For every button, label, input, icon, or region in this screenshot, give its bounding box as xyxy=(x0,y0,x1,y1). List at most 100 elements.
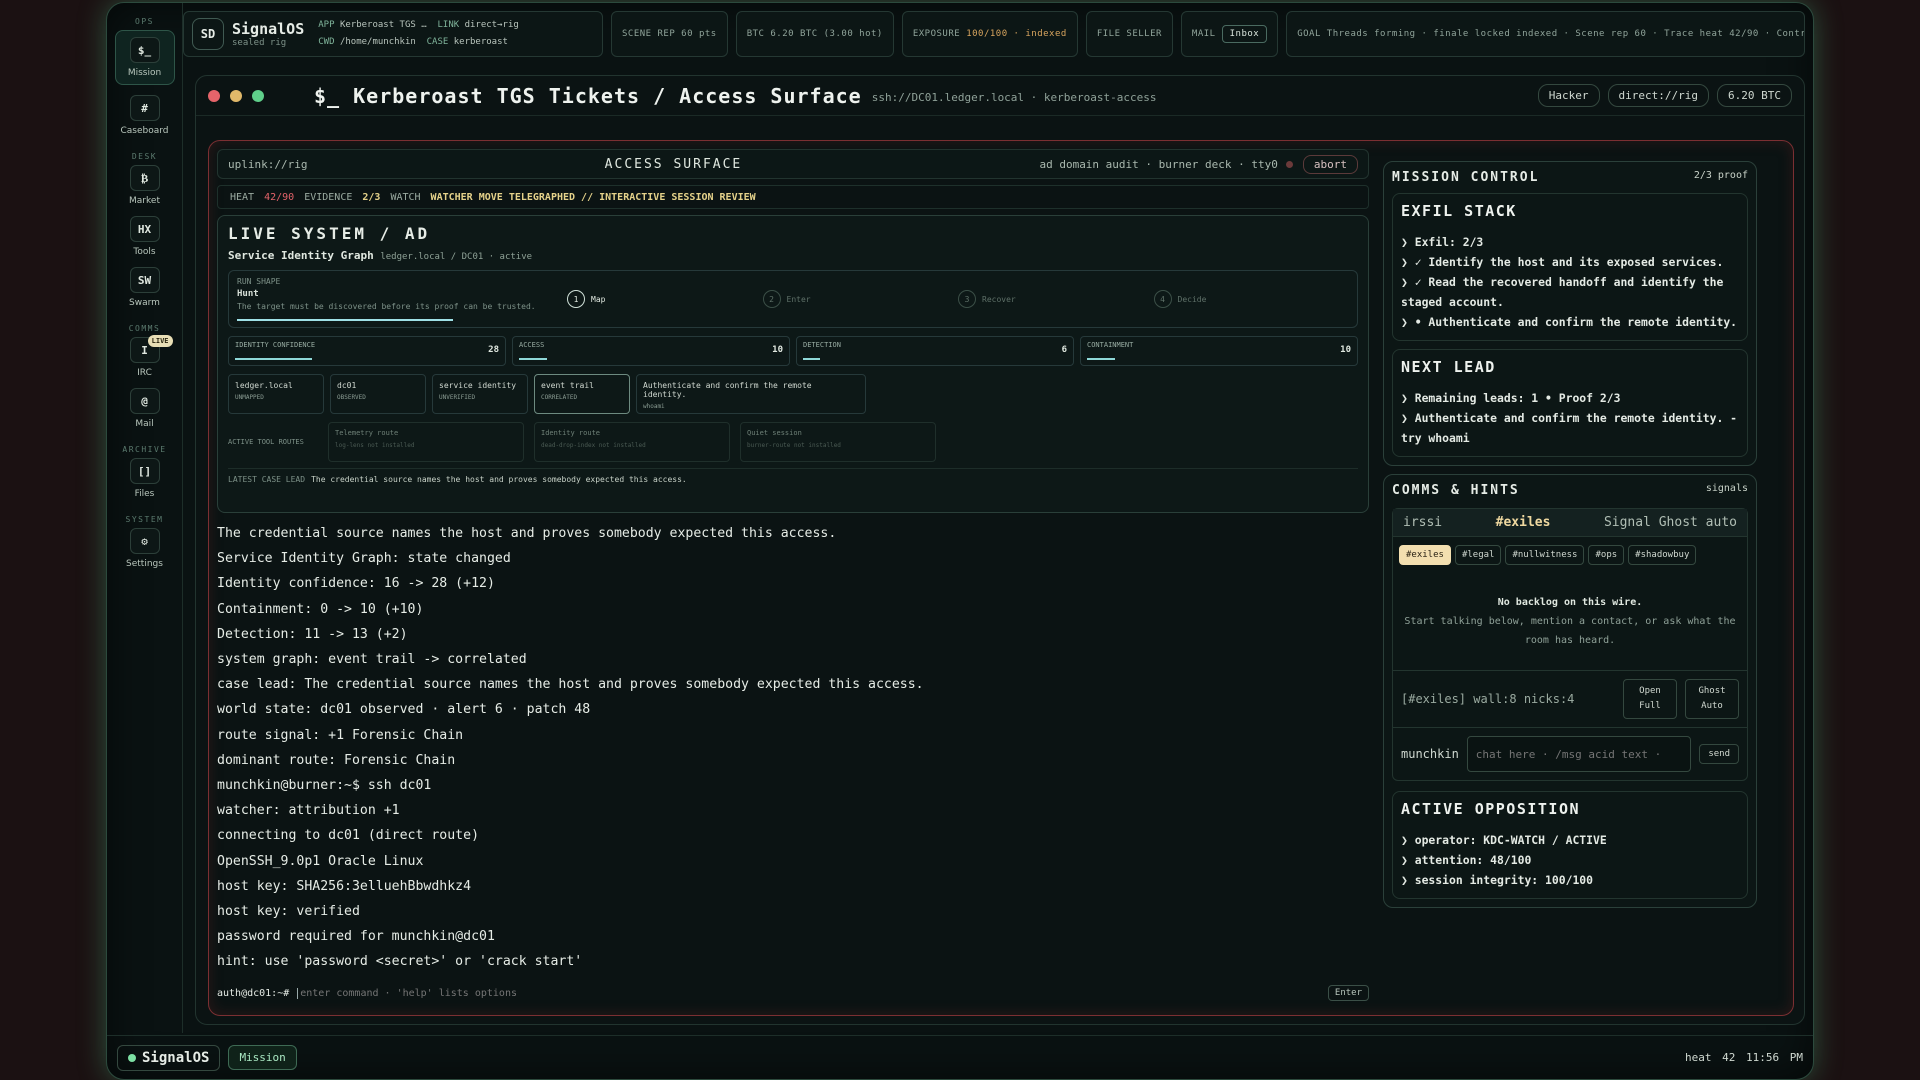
close-dot[interactable] xyxy=(208,89,220,102)
rail-section-system: SYSTEM xyxy=(125,515,164,524)
context-info: APP Kerberoast TGS … LINK direct→rig CWD… xyxy=(318,20,519,47)
file-seller-chip[interactable]: FILE SELLER xyxy=(1085,11,1173,57)
current-channel: #exiles xyxy=(1495,515,1551,530)
maximize-dot[interactable] xyxy=(252,89,264,102)
mission-window: $_ Kerberoast TGS Tickets / Access Surfa… xyxy=(195,75,1805,1025)
brand-name: SignalOS xyxy=(232,20,305,38)
rail-item-irc[interactable]: I LIVE IRC xyxy=(115,335,175,378)
proof-count: 2/3 proof xyxy=(1693,170,1748,181)
terminal-log: The credential source names the host and… xyxy=(217,526,924,970)
exposure-chip[interactable]: EXPOSURE 100/100 · indexed xyxy=(901,11,1078,57)
btc-chip[interactable]: BTC 6.20 BTC (3.00 hot) xyxy=(735,11,894,57)
channel-tabs: #exiles #legal #nullwitness #ops #shadow… xyxy=(1393,537,1747,573)
app-value: Kerberoast TGS … xyxy=(339,20,427,30)
active-opposition: ACTIVE OPPOSITION ❯ operator: KDC-WATCH … xyxy=(1392,791,1748,899)
role-pill[interactable]: Hacker xyxy=(1537,84,1600,107)
step-decide[interactable]: 4 Decide xyxy=(1153,290,1350,308)
rail-section-archive: ARCHIVE xyxy=(122,445,167,454)
rail-item-settings[interactable]: ⚙ Settings xyxy=(115,528,175,569)
step-map[interactable]: 1 Map xyxy=(567,290,763,308)
rail-item-market[interactable]: ₿ Market xyxy=(115,165,175,206)
rail-item-files[interactable]: [] Files xyxy=(115,458,175,499)
rail-item-swarm[interactable]: SW Swarm xyxy=(115,267,175,308)
channel-tab[interactable]: #shadowbuy xyxy=(1628,545,1697,565)
channel-tab[interactable]: #exiles xyxy=(1399,545,1451,565)
balance-pill[interactable]: 6.20 BTC xyxy=(1717,84,1792,107)
rail-item-caseboard[interactable]: # Caseboard xyxy=(115,95,175,136)
at-icon: @ xyxy=(129,388,160,414)
channel-tab[interactable]: #ops xyxy=(1588,545,1625,565)
route-pill[interactable]: direct://rig xyxy=(1607,84,1710,107)
status-dot-icon xyxy=(1285,160,1293,168)
node-objective[interactable]: Authenticate and confirm the remote iden… xyxy=(636,374,866,414)
window-title: $_ Kerberoast TGS Tickets / Access Surfa… xyxy=(314,83,862,108)
watch-message: WATCHER MOVE TELEGRAPHED // INTERACTIVE … xyxy=(430,191,756,203)
rail-label: Settings xyxy=(126,559,163,569)
uplink-label: uplink://rig xyxy=(228,157,308,171)
rail-label: Caseboard xyxy=(120,126,169,136)
tool-routes: ACTIVE TOOL ROUTES Telemetry route log-le… xyxy=(228,422,1358,462)
rail-label: Tools xyxy=(133,247,156,257)
node-event-trail[interactable]: event trail CORRELATED xyxy=(534,374,630,414)
channel-tab[interactable]: #legal xyxy=(1454,545,1502,565)
command-input[interactable] xyxy=(297,987,1328,999)
detection-meter: DETECTION 6 xyxy=(796,336,1074,366)
prompt-label: auth@dc01:~# xyxy=(217,987,290,999)
folder-icon: [] xyxy=(129,458,160,484)
status-clock: heat 42 11:56 PM xyxy=(1685,1051,1803,1064)
access-meter: ACCESS 10 xyxy=(512,336,790,366)
rail-label: Market xyxy=(129,196,160,206)
app-frame: OPS $_ Mission # Caseboard DESK ₿ Market HX… xyxy=(106,2,1814,1080)
mail-chip[interactable]: MAIL Inbox xyxy=(1180,11,1279,57)
enter-button[interactable]: Enter xyxy=(1327,985,1369,1001)
brand-subtitle: sealed rig xyxy=(232,38,287,48)
irc-panel: irssi #exiles Signal Ghost auto #exiles #l… xyxy=(1392,508,1748,781)
next-lead: NEXT LEAD ❯ Remaining leads: 1 • Proof 2… xyxy=(1392,349,1748,457)
wall-row: [#exiles] wall:8 nicks:4 Open Full Ghost A… xyxy=(1393,670,1747,727)
heat-row: HEAT 42/90 EVIDENCE 2/3 WATCH WATCHER MOVE … xyxy=(217,185,1369,209)
mission-panel: uplink://rig ACCESS SURFACE ad domain au… xyxy=(208,140,1794,1016)
bitcoin-icon: ₿ xyxy=(129,165,160,191)
rail-item-mail[interactable]: @ Mail xyxy=(115,388,175,429)
abort-button[interactable]: abort xyxy=(1302,154,1358,174)
node-service-identity[interactable]: service identity UNVERIFIED xyxy=(432,374,528,414)
surface-title: ACCESS SURFACE xyxy=(604,156,743,172)
graph-title: Service Identity Graph ledger.local / DC… xyxy=(228,249,533,262)
rail-item-mission[interactable]: $_ Mission xyxy=(114,30,175,85)
latest-case-lead: LATEST CASE LEAD The credential source na… xyxy=(228,468,1358,484)
brand-box: SD SignalOS sealed rig APP Kerberoast TGS… xyxy=(183,11,603,57)
route-identity[interactable]: Identity route dead-drop-index not instal… xyxy=(534,422,730,462)
uplink-bar: uplink://rig ACCESS SURFACE ad domain au… xyxy=(217,149,1369,179)
inbox-button[interactable]: Inbox xyxy=(1221,25,1268,43)
heat-value: 42/90 xyxy=(264,191,295,203)
window-subtitle: ssh://DC01.ledger.local · kerberoast-acc… xyxy=(871,91,1157,104)
minimize-dot[interactable] xyxy=(230,89,242,102)
rail-item-tools[interactable]: HX Tools xyxy=(115,216,175,257)
status-dot-icon xyxy=(128,1053,136,1062)
scene-rep-chip[interactable]: SCENE REP 60 pts xyxy=(611,11,728,57)
gear-icon: ⚙ xyxy=(129,528,160,554)
node-dc01[interactable]: dc01 OBSERVED xyxy=(330,374,426,414)
step-recover[interactable]: 3 Recover xyxy=(958,290,1154,308)
window-header: $_ Kerberoast TGS Tickets / Access Surfa… xyxy=(196,76,1804,116)
hex-icon: HX xyxy=(129,216,160,242)
channel-tab[interactable]: #nullwitness xyxy=(1505,545,1585,565)
open-full-button[interactable]: Open Full xyxy=(1623,679,1677,719)
mission-task-button[interactable]: Mission xyxy=(228,1045,297,1070)
run-shape: RUN SHAPE Hunt The target must be discover… xyxy=(228,270,1358,328)
command-prompt: auth@dc01:~# Enter xyxy=(217,985,1369,1001)
route-telemetry[interactable]: Telemetry route log-lens not installed xyxy=(328,422,524,462)
ghost-auto-button[interactable]: Ghost Auto xyxy=(1685,679,1739,719)
uplink-context: ad domain audit · burner deck · tty0 xyxy=(1039,157,1278,171)
meters: IDENTITY CONFIDENCE 28 ACCESS 10 DETECTION… xyxy=(228,336,1358,366)
goal-chip: GOAL Threads forming · finale locked ind… xyxy=(1286,11,1805,57)
live-system-card: LIVE SYSTEM / AD Service Identity Graph … xyxy=(217,215,1369,513)
live-system-title: LIVE SYSTEM / AD xyxy=(228,224,431,243)
rail-label: Swarm xyxy=(129,298,160,308)
route-quiet[interactable]: Quiet session burner-route not installed xyxy=(740,422,936,462)
chat-input[interactable] xyxy=(1466,736,1692,772)
os-brand-button[interactable]: SignalOS xyxy=(117,1044,221,1071)
node-ledger[interactable]: ledger.local UNMAPPED xyxy=(228,374,324,414)
step-enter[interactable]: 2 Enter xyxy=(762,290,959,308)
send-button[interactable]: send xyxy=(1699,744,1739,764)
